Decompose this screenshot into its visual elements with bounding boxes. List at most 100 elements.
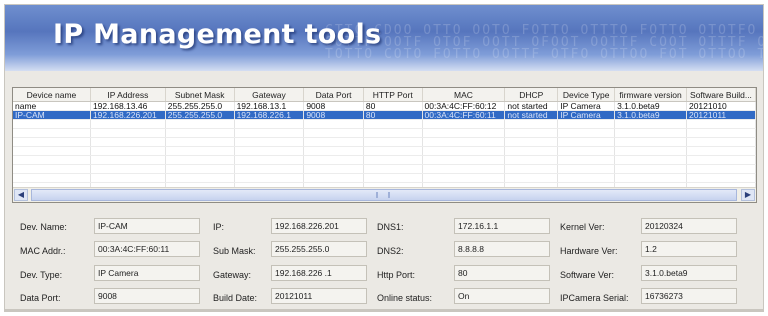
- table-cell: 00:3A:4C:FF:60:11: [422, 110, 506, 120]
- ipcamera-serial-field[interactable]: 16736273: [641, 288, 737, 304]
- sub-mask-field[interactable]: 255.255.255.0: [271, 241, 367, 257]
- hardware-ver-label: Hardware Ver:: [560, 246, 618, 256]
- empty-row: [13, 137, 756, 147]
- empty-cell: [13, 137, 91, 147]
- http-port-label: Http Port:: [377, 270, 416, 280]
- empty-cell: [557, 128, 616, 138]
- empty-row: [13, 164, 756, 174]
- ip-field[interactable]: 192.168.226.201: [271, 218, 367, 234]
- empty-cell: [90, 128, 166, 138]
- dev-name-field[interactable]: IP-CAM: [94, 218, 200, 234]
- empty-cell: [504, 128, 559, 138]
- empty-cell: [686, 119, 756, 129]
- empty-cell: [234, 173, 305, 183]
- empty-cell: [504, 119, 559, 129]
- build-date-label: Build Date:: [213, 293, 258, 303]
- online-status-label: Online status:: [377, 293, 433, 303]
- build-date-field[interactable]: 20121011: [271, 288, 367, 304]
- table-cell: 3.1.0.beta9: [614, 101, 687, 111]
- hardware-ver-field[interactable]: 1.2: [641, 241, 737, 257]
- table-cell: 192.168.13.1: [234, 101, 305, 111]
- empty-cell: [422, 137, 506, 147]
- gateway-field[interactable]: 192.168.226 .1: [271, 265, 367, 281]
- grip-icon: [376, 192, 390, 198]
- table-row[interactable]: name 192.168.13.46 255.255.255.0 192.168.13…: [13, 101, 756, 111]
- empty-cell: [165, 137, 235, 147]
- empty-row: [13, 128, 756, 138]
- empty-cell: [165, 164, 235, 174]
- empty-cell: [557, 173, 616, 183]
- arrow-left-icon[interactable]: ◀: [14, 189, 28, 201]
- empty-cell: [422, 119, 506, 129]
- dev-type-field[interactable]: IP Camera: [94, 265, 200, 281]
- software-ver-field[interactable]: 3.1.0.beta9: [641, 265, 737, 281]
- empty-cell: [614, 146, 687, 156]
- empty-cell: [13, 164, 91, 174]
- dev-type-label: Dev. Type:: [20, 270, 63, 280]
- column-header[interactable]: Data Port: [303, 88, 364, 102]
- empty-row: [13, 119, 756, 129]
- table-cell: 192.168.226.1: [234, 110, 305, 120]
- bottom-divider: [5, 309, 763, 311]
- column-header[interactable]: MAC: [422, 88, 506, 102]
- empty-cell: [504, 173, 559, 183]
- gateway-label: Gateway:: [213, 270, 252, 280]
- column-header[interactable]: HTTP Port: [363, 88, 423, 102]
- data-port-label: Data Port:: [20, 293, 61, 303]
- empty-cell: [557, 155, 616, 165]
- dns2-field[interactable]: 8.8.8.8: [454, 241, 550, 257]
- http-port-field[interactable]: 80: [454, 265, 550, 281]
- empty-cell: [13, 146, 91, 156]
- dns2-label: DNS2:: [377, 246, 404, 256]
- column-header[interactable]: firmware version: [614, 88, 687, 102]
- online-status-field[interactable]: On: [454, 288, 550, 304]
- empty-cell: [90, 146, 166, 156]
- device-list[interactable]: Device name IP Address Subnet Mask Gateway D…: [12, 87, 757, 203]
- empty-cell: [557, 146, 616, 156]
- column-header[interactable]: DHCP: [504, 88, 559, 102]
- table-cell: 192.168.13.46: [90, 101, 166, 111]
- mac-addr-label: MAC Addr.:: [20, 246, 66, 256]
- table-cell: not started: [504, 101, 559, 111]
- column-header[interactable]: Software Build...: [686, 88, 756, 102]
- table-cell: 255.255.255.0: [165, 101, 235, 111]
- column-header[interactable]: Device name: [13, 88, 91, 102]
- empty-cell: [504, 146, 559, 156]
- empty-cell: [234, 164, 305, 174]
- table-row[interactable]: IP-CAM 192.168.226.201 255.255.255.0 192.16…: [13, 110, 756, 120]
- mac-addr-field[interactable]: 00:3A:4C:FF:60:11: [94, 241, 200, 257]
- empty-row: [13, 155, 756, 165]
- empty-cell: [363, 119, 423, 129]
- column-header[interactable]: Subnet Mask: [165, 88, 235, 102]
- table-cell: IP-CAM: [13, 110, 91, 120]
- empty-cell: [90, 173, 166, 183]
- table-cell: 255.255.255.0: [165, 110, 235, 120]
- empty-cell: [363, 137, 423, 147]
- empty-cell: [614, 128, 687, 138]
- scroll-thumb[interactable]: [31, 189, 737, 201]
- empty-cell: [13, 128, 91, 138]
- column-header[interactable]: IP Address: [90, 88, 166, 102]
- column-header[interactable]: Device Type: [557, 88, 616, 102]
- table-cell: not started: [504, 110, 559, 120]
- data-port-field[interactable]: 9008: [94, 288, 200, 304]
- dns1-field[interactable]: 172.16.1.1: [454, 218, 550, 234]
- empty-cell: [686, 146, 756, 156]
- empty-cell: [686, 128, 756, 138]
- empty-cell: [686, 164, 756, 174]
- empty-cell: [363, 155, 423, 165]
- column-header[interactable]: Gateway: [234, 88, 305, 102]
- empty-cell: [90, 137, 166, 147]
- empty-cell: [504, 137, 559, 147]
- empty-cell: [165, 173, 235, 183]
- horizontal-scrollbar[interactable]: ◀ ▶: [13, 187, 756, 202]
- empty-cell: [303, 146, 364, 156]
- arrow-right-icon[interactable]: ▶: [741, 189, 755, 201]
- empty-cell: [557, 137, 616, 147]
- table-cell: IP Camera: [557, 110, 616, 120]
- empty-cell: [363, 173, 423, 183]
- kernel-ver-field[interactable]: 20120324: [641, 218, 737, 234]
- empty-cell: [686, 155, 756, 165]
- empty-cell: [614, 164, 687, 174]
- table-cell: 192.168.226.201: [90, 110, 166, 120]
